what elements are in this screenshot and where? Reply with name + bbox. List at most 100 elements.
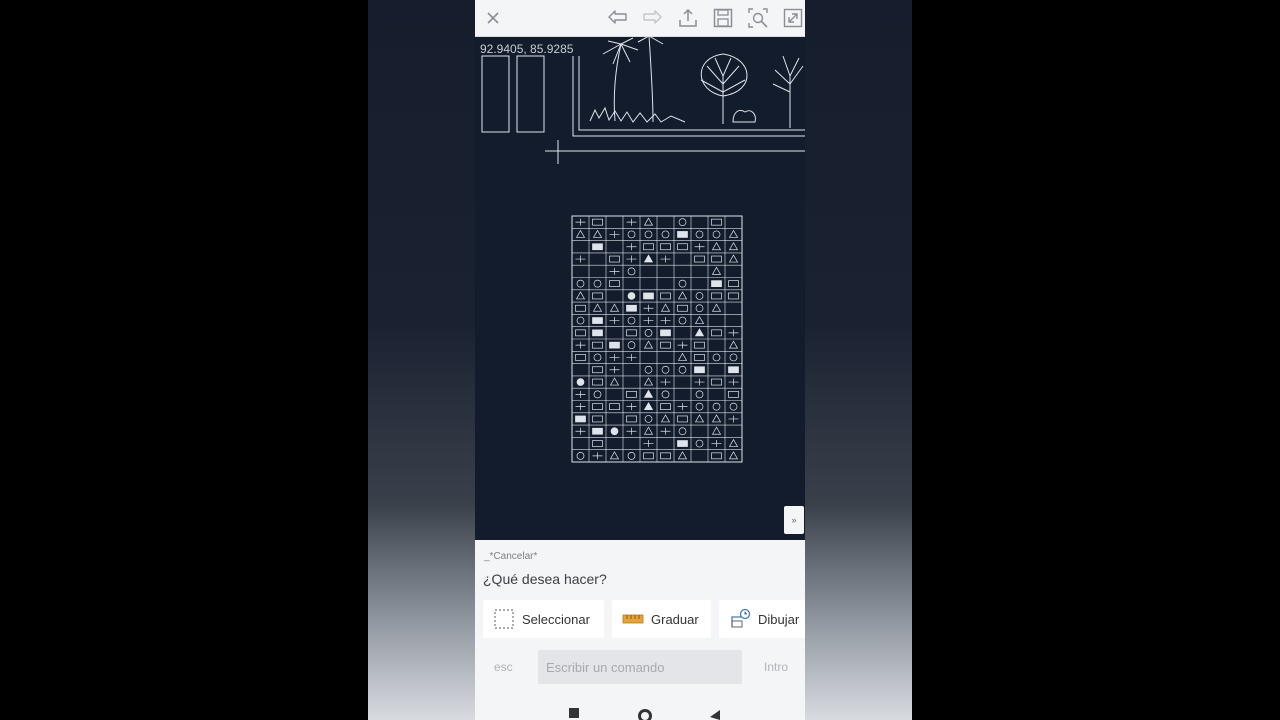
cad-symbol <box>711 292 722 300</box>
cad-symbol <box>712 402 721 411</box>
cad-symbol <box>711 452 722 460</box>
cad-symbol <box>627 230 636 239</box>
cad-symbol <box>728 438 739 447</box>
command-input[interactable] <box>538 650 742 684</box>
cad-symbol <box>643 389 654 398</box>
cad-symbol <box>643 452 654 460</box>
expand-icon[interactable] <box>781 6 805 30</box>
cad-symbol <box>661 230 670 239</box>
cad-symbol <box>626 415 637 423</box>
cad-symbol <box>728 229 739 238</box>
system-nav-bar <box>475 696 805 720</box>
top-toolbar <box>475 0 805 37</box>
palm-tree-block <box>589 35 686 123</box>
cad-symbol <box>627 341 636 349</box>
cad-symbol <box>660 303 671 312</box>
cad-symbol <box>694 328 705 337</box>
cad-symbol <box>711 414 722 423</box>
cad-symbol <box>711 378 722 386</box>
upload-icon[interactable] <box>676 6 700 30</box>
chevron-up-double-icon[interactable]: » <box>784 506 804 534</box>
cad-symbol <box>609 341 620 349</box>
cad-symbol <box>711 255 722 263</box>
cad-symbol <box>660 292 671 300</box>
cad-symbol <box>728 391 739 398</box>
cad-symbol <box>643 254 654 263</box>
cad-symbol <box>575 218 586 226</box>
drawing-frame <box>516 55 545 133</box>
cad-symbol <box>644 415 653 423</box>
cad-symbol <box>592 403 603 410</box>
cad-symbol <box>711 242 722 251</box>
cad-symbol <box>678 365 687 374</box>
cad-symbol <box>677 231 688 238</box>
cad-symbol <box>660 378 671 386</box>
cad-symbol <box>695 292 704 300</box>
back-icon[interactable] <box>710 710 720 720</box>
cad-symbol <box>728 451 739 460</box>
select-button[interactable]: Seleccionar <box>483 600 604 638</box>
cad-symbol <box>575 255 586 263</box>
cad-symbol <box>728 329 739 337</box>
cad-symbol <box>593 390 602 399</box>
tree-block <box>700 53 756 124</box>
cad-symbol <box>626 403 637 411</box>
draw-icon <box>729 608 751 630</box>
cad-symbol <box>626 391 637 398</box>
cad-symbol <box>661 365 670 374</box>
cad-symbol <box>643 440 654 448</box>
cad-symbol <box>592 415 603 423</box>
zoom-extents-icon[interactable] <box>746 6 770 30</box>
close-icon[interactable] <box>481 6 505 30</box>
esc-button[interactable]: esc <box>484 652 528 682</box>
measure-button[interactable]: Graduar <box>612 600 711 638</box>
cad-symbol <box>575 229 586 238</box>
cad-symbol <box>592 292 603 300</box>
enter-button[interactable]: Intro <box>764 660 788 674</box>
cad-symbol <box>711 426 722 435</box>
cad-symbol <box>609 353 620 361</box>
drawing-frame <box>481 55 510 133</box>
cad-symbol <box>694 366 705 374</box>
draw-button[interactable]: Dibujar <box>719 600 805 638</box>
tree-block <box>772 55 804 128</box>
cad-symbol <box>643 292 654 300</box>
cad-symbol <box>678 279 687 288</box>
cad-symbol <box>728 366 739 374</box>
cad-symbol <box>677 304 688 312</box>
cad-symbol <box>694 378 705 386</box>
cad-symbol <box>609 267 620 275</box>
cad-drawing <box>481 35 805 463</box>
cad-symbol <box>695 304 704 313</box>
cad-symbol <box>729 353 738 362</box>
cad-symbol <box>677 451 688 460</box>
cad-symbol <box>609 377 620 386</box>
ruler-icon <box>622 608 644 630</box>
cad-symbol <box>677 352 688 361</box>
cad-symbol <box>626 427 637 435</box>
cad-symbol <box>660 255 671 263</box>
recent-apps-icon[interactable] <box>569 708 579 718</box>
cad-symbol <box>644 329 653 337</box>
cad-symbol <box>660 329 671 337</box>
drawing-frame <box>572 56 805 137</box>
cad-symbol <box>592 317 603 324</box>
cad-symbol <box>711 218 722 226</box>
cad-symbol <box>593 279 602 288</box>
cad-symbol <box>626 243 637 251</box>
command-line: esc Intro <box>475 648 805 686</box>
cad-symbol <box>575 341 586 349</box>
drawing-canvas[interactable] <box>475 35 805 540</box>
cad-symbol <box>694 243 705 251</box>
redo-icon[interactable] <box>640 6 664 30</box>
cad-symbol <box>695 402 704 411</box>
save-icon[interactable] <box>711 6 735 30</box>
measure-label: Graduar <box>651 611 699 627</box>
cad-symbol <box>592 366 603 374</box>
cad-symbol <box>711 266 722 275</box>
undo-icon[interactable] <box>606 6 630 30</box>
cad-symbol <box>661 390 670 399</box>
cursor-coordinates: 92.9405, 85.9285 <box>480 42 574 56</box>
cad-symbol <box>711 303 722 312</box>
cad-symbol <box>643 243 654 251</box>
